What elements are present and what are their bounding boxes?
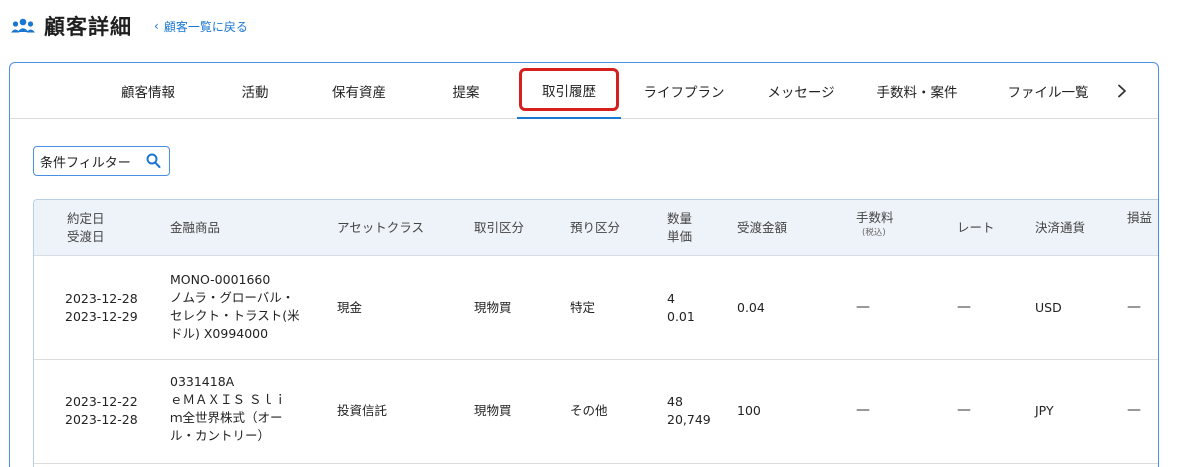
chevron-left-icon: ‹ xyxy=(154,19,159,33)
amount-cell: 0.04 xyxy=(737,300,765,315)
header-rate[interactable]: レート xyxy=(957,219,995,237)
page-title: 顧客詳細 xyxy=(44,15,132,39)
header-trade-settle-date[interactable]: 約定日 受渡日 xyxy=(67,210,105,246)
tab-file-list[interactable]: ファイル一覧 xyxy=(998,63,1098,119)
profit-loss-cell: — xyxy=(1127,299,1141,315)
tab-proposals[interactable]: 提案 xyxy=(438,63,494,119)
page-header: 顧客詳細 ‹ 顧客一覧に戻る xyxy=(10,10,248,42)
fee-cell: — xyxy=(856,402,870,418)
people-icon xyxy=(10,16,36,36)
header-currency[interactable]: 決済通貨 xyxy=(1035,219,1085,237)
header-quantity-price[interactable]: 数量 単価 xyxy=(667,210,692,246)
trade-history-table: 約定日 受渡日 金融商品 アセットクラス 取引区分 預り区分 数量 単価 受渡金… xyxy=(33,199,1158,467)
trade-date-cell: 2023-12-28 2023-12-29 xyxy=(65,291,138,324)
filter-label: 条件フィルター xyxy=(40,155,131,171)
table-row[interactable]: 2023-12-28 2023-12-29 MONO-0001660 ノムラ・グ… xyxy=(34,256,1158,360)
tab-trade-history[interactable]: 取引履歴 xyxy=(517,63,621,119)
trade-type-cell: 現物買 xyxy=(474,300,512,315)
quantity-price-cell: 4 0.01 xyxy=(667,291,695,324)
profit-loss-cell: — xyxy=(1127,402,1141,418)
trade-date-cell: 2023-12-22 2023-12-28 xyxy=(65,394,138,427)
condition-filter-button[interactable]: 条件フィルター xyxy=(33,146,170,176)
search-icon xyxy=(146,153,161,173)
deposit-type-cell: 特定 xyxy=(570,300,596,315)
header-product[interactable]: 金融商品 xyxy=(170,219,220,237)
header-fee[interactable]: 手数料 (税込) xyxy=(856,209,894,239)
header-asset-class[interactable]: アセットクラス xyxy=(337,219,424,237)
header-settlement-amount[interactable]: 受渡金額 xyxy=(737,219,787,237)
amount-cell: 100 xyxy=(737,403,761,418)
customer-detail-card: 顧客情報 活動 保有資産 提案 取引履歴 ライフプラン メッセージ 手数料・案件… xyxy=(9,62,1159,467)
deposit-type-cell: その他 xyxy=(570,403,608,418)
fee-cell: — xyxy=(856,299,870,315)
back-to-customer-list-link[interactable]: ‹ 顧客一覧に戻る xyxy=(154,18,248,35)
asset-class-cell: 投資信託 xyxy=(337,403,388,418)
trade-type-cell: 現物買 xyxy=(474,403,512,418)
chevron-right-icon[interactable] xyxy=(1110,79,1134,103)
header-trade-type[interactable]: 取引区分 xyxy=(474,219,524,237)
rate-cell: — xyxy=(957,299,971,315)
tab-messages[interactable]: メッセージ xyxy=(758,63,844,119)
table-row[interactable]: 2023-12-22 2023-12-28 0331418A ｅＭＡＸＩＳ Ｓｌ… xyxy=(34,360,1158,464)
product-cell: 0331418A ｅＭＡＸＩＳ Ｓｌｉ ｍ全世界株式（オー ル・カントリー） xyxy=(170,374,287,443)
rate-cell: — xyxy=(957,402,971,418)
currency-cell: JPY xyxy=(1035,403,1054,418)
header-deposit-type[interactable]: 預り区分 xyxy=(570,219,620,237)
back-link-label: 顧客一覧に戻る xyxy=(163,19,248,34)
tab-bar: 顧客情報 活動 保有資産 提案 取引履歴 ライフプラン メッセージ 手数料・案件… xyxy=(10,63,1158,119)
quantity-price-cell: 48 20,749 xyxy=(667,394,711,427)
table-header: 約定日 受渡日 金融商品 アセットクラス 取引区分 預り区分 数量 単価 受渡金… xyxy=(34,200,1158,256)
asset-class-cell: 現金 xyxy=(337,300,363,315)
header-profit-loss[interactable]: 損益 xyxy=(1127,209,1152,227)
tab-holdings[interactable]: 保有資産 xyxy=(316,63,402,119)
product-cell: MONO-0001660 ノムラ・グローバル・ セレクト・トラスト(米 ドル) … xyxy=(170,272,300,341)
currency-cell: USD xyxy=(1035,300,1062,315)
tab-customer-info[interactable]: 顧客情報 xyxy=(108,63,188,119)
tab-life-plan[interactable]: ライフプラン xyxy=(634,63,734,119)
tab-activity[interactable]: 活動 xyxy=(225,63,285,119)
tab-fees-cases[interactable]: 手数料・案件 xyxy=(862,63,972,119)
